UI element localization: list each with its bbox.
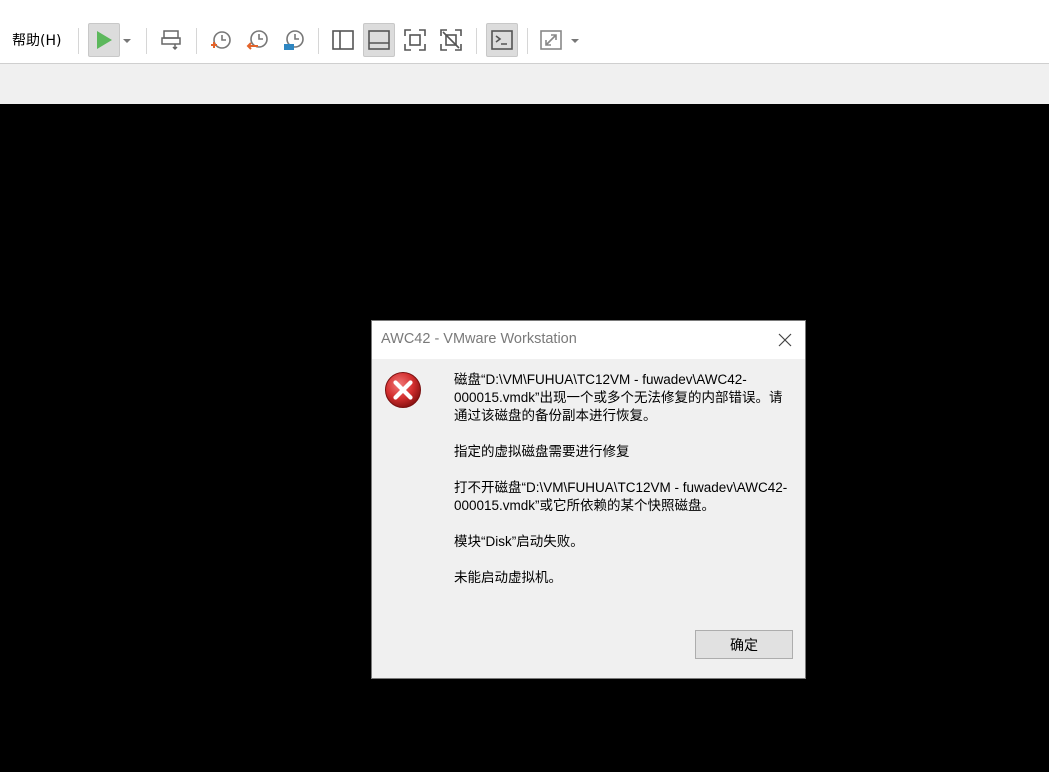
send-ctrl-alt-del-button[interactable] bbox=[156, 23, 188, 57]
thumbnail-bar-button[interactable] bbox=[363, 23, 395, 57]
message-line: 指定的虚拟磁盘需要进行修复 bbox=[454, 444, 630, 459]
message-line: 打不开磁盘“D:\VM\FUHUA\TC12VM - fuwadev\AWC42… bbox=[454, 480, 788, 513]
toolbar-separator bbox=[146, 28, 147, 54]
error-dialog: AWC42 - VMware Workstation 磁盘“D:\VM\FUHU… bbox=[371, 320, 806, 679]
window-top-strip bbox=[0, 0, 1049, 18]
tab-bar bbox=[0, 64, 1049, 104]
send-ctrl-alt-del-icon bbox=[161, 30, 181, 51]
console-view-button[interactable] bbox=[486, 23, 518, 57]
toolbar-separator bbox=[476, 28, 477, 54]
unity-icon bbox=[440, 29, 462, 51]
snapshot-manager-icon bbox=[284, 30, 304, 50]
dialog-message: 磁盘“D:\VM\FUHUA\TC12VM - fuwadev\AWC42-00… bbox=[454, 371, 789, 605]
snapshot-revert-icon bbox=[246, 30, 268, 50]
full-screen-icon bbox=[404, 29, 426, 51]
message-line: 未能启动虚拟机。 bbox=[454, 570, 562, 585]
unity-button[interactable] bbox=[435, 23, 467, 57]
message-line: 模块“Disk”启动失败。 bbox=[454, 534, 584, 549]
console-view-icon bbox=[491, 30, 513, 50]
snapshot-revert-button[interactable] bbox=[242, 23, 274, 57]
snapshot-manager-button[interactable] bbox=[278, 23, 310, 57]
thumbnail-bar-icon bbox=[368, 30, 390, 50]
message-line: 磁盘“D:\VM\FUHUA\TC12VM - fuwadev\AWC42-00… bbox=[454, 372, 783, 423]
full-screen-button[interactable] bbox=[399, 23, 431, 57]
power-on-button[interactable] bbox=[88, 23, 120, 57]
ok-button[interactable]: 确定 bbox=[695, 630, 793, 659]
toolbar-separator bbox=[527, 28, 528, 54]
error-icon bbox=[385, 372, 421, 408]
chevron-down-icon[interactable] bbox=[122, 36, 132, 46]
close-icon bbox=[778, 333, 792, 347]
close-button[interactable] bbox=[775, 330, 795, 350]
toolbar-separator bbox=[78, 28, 79, 54]
toolbar-separator bbox=[318, 28, 319, 54]
stretch-guest-icon bbox=[540, 30, 562, 50]
power-on-icon bbox=[97, 31, 112, 49]
snapshot-take-icon bbox=[211, 31, 231, 49]
snapshot-take-button[interactable] bbox=[205, 23, 237, 57]
library-view-icon bbox=[332, 30, 354, 50]
dialog-titlebar: AWC42 - VMware Workstation bbox=[372, 321, 805, 359]
dialog-title: AWC42 - VMware Workstation bbox=[381, 331, 577, 347]
toolbar-separator bbox=[196, 28, 197, 54]
toolbar: 帮助(H) bbox=[0, 18, 1049, 64]
chevron-down-icon[interactable] bbox=[570, 36, 580, 46]
stretch-guest-button[interactable] bbox=[535, 23, 567, 57]
library-view-button[interactable] bbox=[327, 23, 359, 57]
menu-help[interactable]: 帮助(H) bbox=[12, 30, 61, 50]
